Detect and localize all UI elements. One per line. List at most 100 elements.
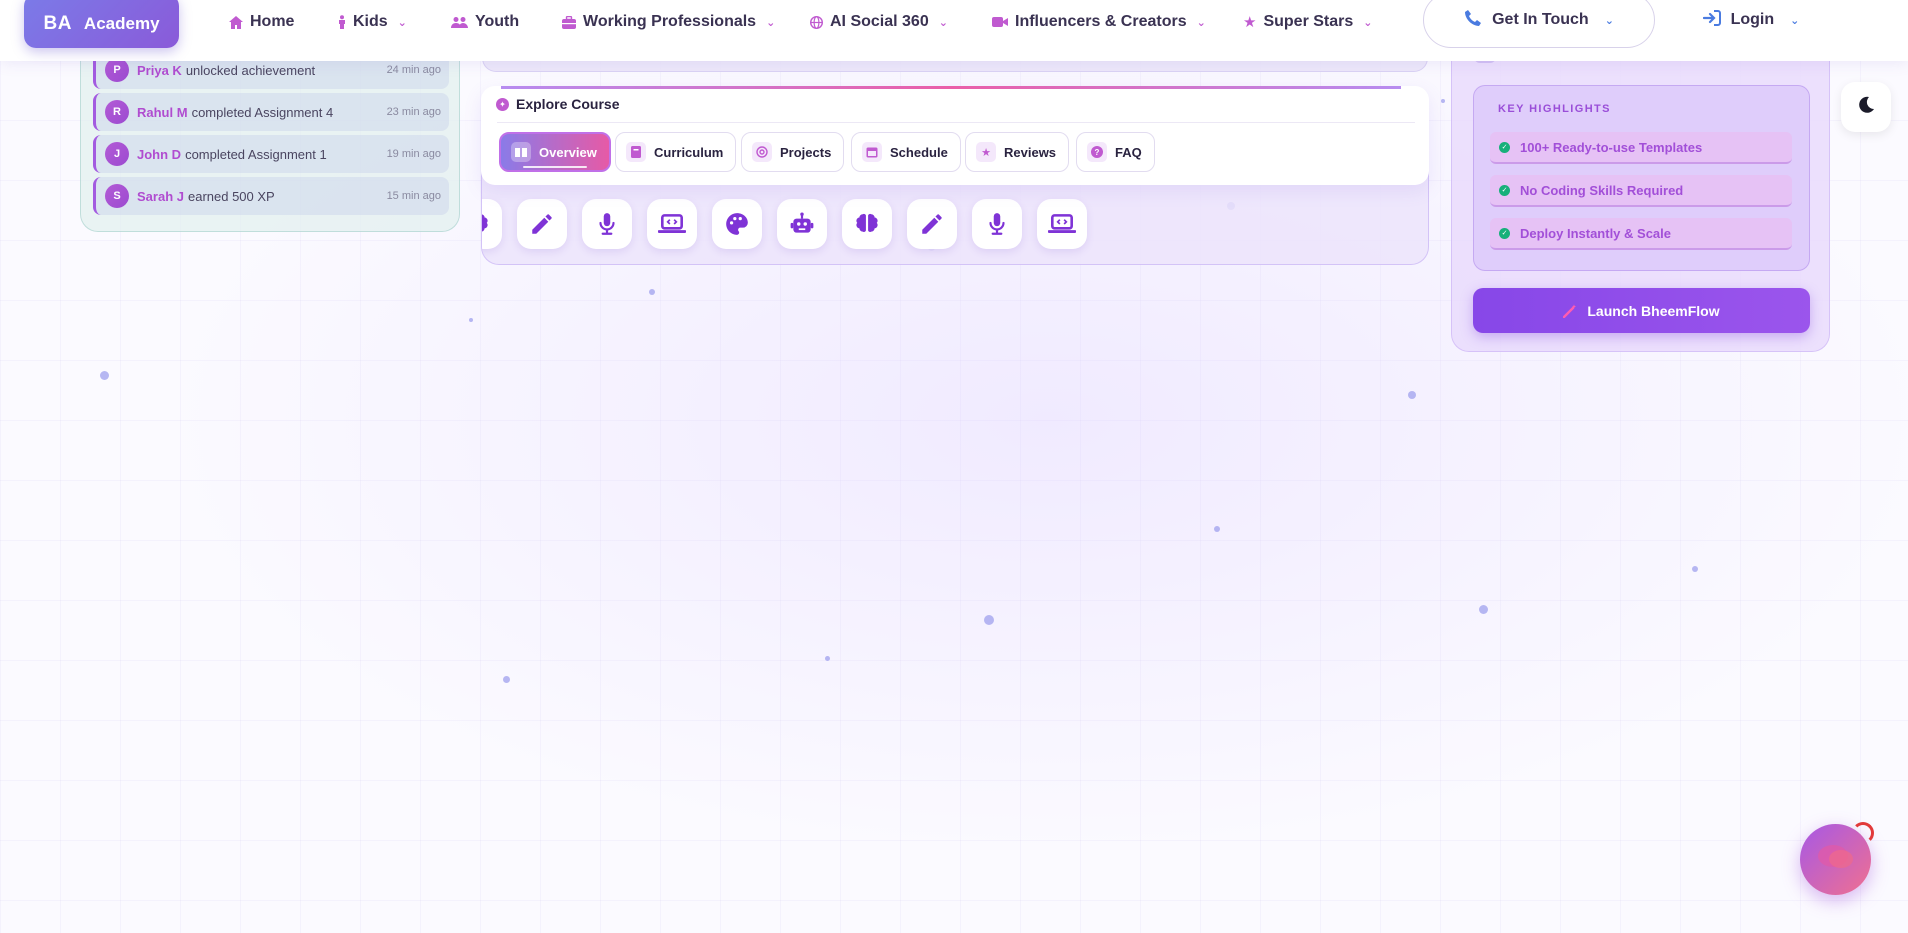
section-title: ✦ Explore Course: [496, 96, 619, 112]
compass-icon: ✦: [496, 97, 509, 111]
highlight-item: ✓ No Coding Skills Required: [1490, 175, 1792, 207]
pencil-icon[interactable]: [517, 199, 567, 249]
star-icon: ★: [976, 142, 996, 162]
book-icon: [626, 142, 646, 162]
nav-label: Super Stars: [1263, 13, 1354, 30]
nav-youth[interactable]: Youth: [451, 0, 519, 44]
particle: [1408, 391, 1416, 399]
target-icon: [752, 142, 772, 162]
highlight-text: No Coding Skills Required: [1520, 182, 1684, 198]
launch-label: Launch BheemFlow: [1587, 302, 1720, 319]
pencil-icon[interactable]: [907, 199, 957, 249]
activity-action: completed Assignment 1: [185, 146, 327, 162]
activity-time: 15 min ago: [386, 190, 441, 202]
get-in-touch-button[interactable]: Get In Touch ⌄: [1423, 0, 1655, 48]
chevron-down-icon: ⌄: [397, 16, 407, 29]
tab-reviews[interactable]: ★ Reviews: [965, 132, 1070, 172]
calendar-icon: [862, 142, 882, 162]
check-circle-icon: ✓: [1499, 184, 1510, 196]
tab-label: Curriculum: [654, 144, 724, 160]
nav-influencers-creators[interactable]: Influencers & Creators ⌄: [992, 0, 1206, 44]
highlight-text: 100+ Ready-to-use Templates: [1520, 139, 1703, 155]
particle: [825, 656, 830, 661]
activity-action: earned 500 XP: [187, 188, 275, 204]
activity-user-name[interactable]: Sarah J: [137, 189, 184, 204]
chat-icon: [1816, 842, 1856, 877]
particle: [1692, 566, 1698, 572]
tab-label: FAQ: [1115, 144, 1142, 160]
chevron-down-icon: ⌄: [1363, 16, 1373, 29]
explore-course-panel: ✦ Explore Course Overview Curriculum Pro…: [481, 86, 1429, 185]
activity-time: 23 min ago: [386, 106, 441, 118]
tab-label: Reviews: [1004, 144, 1057, 160]
chevron-down-icon: ⌄: [1790, 14, 1800, 27]
avatar: S: [105, 184, 129, 208]
login-label: Login: [1730, 11, 1775, 28]
child-icon: [338, 15, 346, 29]
particle: [100, 371, 109, 380]
laptop-code-icon[interactable]: [647, 199, 697, 249]
nav-label: Influencers & Creators: [1015, 13, 1187, 30]
particle: [1441, 99, 1445, 103]
nav-super-stars[interactable]: ★ Super Stars ⌄: [1243, 0, 1372, 44]
course-title-text: Explore Course: [516, 96, 620, 112]
activity-user-name[interactable]: Priya K: [137, 63, 182, 78]
chevron-down-icon: ⌄: [1604, 14, 1614, 27]
video-icon: [992, 16, 1008, 28]
avatar: R: [105, 100, 129, 124]
avatar: J: [105, 142, 129, 166]
get-in-touch-label: Get In Touch: [1492, 11, 1589, 28]
key-highlights-box: KEY HIGHLIGHTS ✓ 100+ Ready-to-use Templ…: [1473, 85, 1810, 271]
moon-icon: [1857, 96, 1875, 119]
check-circle-icon: ✓: [1499, 227, 1510, 239]
notification-badge: [1852, 822, 1874, 844]
dark-mode-toggle[interactable]: [1841, 82, 1891, 132]
highlights-title: KEY HIGHLIGHTS: [1498, 103, 1611, 115]
logo-text: Academy: [83, 14, 160, 33]
product-card: KEY HIGHLIGHTS ✓ 100+ Ready-to-use Templ…: [1451, 36, 1830, 352]
question-icon: ?: [1087, 142, 1107, 162]
divider: [497, 122, 1415, 123]
brand-logo[interactable]: BA Academy: [24, 0, 179, 48]
microphone-icon[interactable]: [972, 199, 1022, 249]
home-icon: [229, 15, 243, 29]
avatar: P: [105, 58, 129, 82]
phone-icon: [1464, 9, 1482, 32]
tab-curriculum[interactable]: Curriculum: [615, 132, 737, 172]
brain-icon[interactable]: [482, 199, 502, 249]
nav-label: Youth: [475, 13, 520, 30]
particle: [503, 676, 510, 683]
chat-widget-button[interactable]: [1800, 822, 1874, 895]
activity-user-name[interactable]: John D: [137, 147, 181, 162]
tab-faq[interactable]: ? FAQ: [1076, 132, 1155, 172]
activity-item: S Sarah J earned 500 XP 15 min ago: [93, 177, 449, 215]
sign-in-icon: [1702, 9, 1721, 31]
palette-icon[interactable]: [712, 199, 762, 249]
launch-bheemflow-button[interactable]: Launch BheemFlow: [1473, 288, 1810, 333]
users-icon: [451, 16, 468, 29]
globe-icon: [810, 15, 823, 29]
nav-label: Home: [250, 13, 295, 30]
tab-schedule[interactable]: Schedule: [851, 132, 961, 172]
nav-working-professionals[interactable]: Working Professionals ⌄: [562, 0, 775, 44]
nav-kids[interactable]: Kids ⌄: [338, 0, 407, 44]
tab-projects[interactable]: Projects: [741, 132, 845, 172]
tab-label: Schedule: [890, 144, 948, 160]
activity-time: 24 min ago: [386, 64, 441, 76]
brain-icon[interactable]: [842, 199, 892, 249]
laptop-code-icon[interactable]: [1037, 199, 1087, 249]
microphone-icon[interactable]: [582, 199, 632, 249]
activity-action: unlocked achievement: [185, 62, 316, 78]
nav-ai-social-360[interactable]: AI Social 360 ⌄: [810, 0, 948, 44]
logo-initials: BA: [43, 13, 72, 34]
login-button[interactable]: Login ⌄: [1672, 0, 1830, 48]
nav-home[interactable]: Home: [229, 0, 294, 44]
particle: [984, 615, 994, 625]
book-open-icon: [511, 142, 531, 162]
particle: [649, 289, 655, 295]
nav-label: AI Social 360: [830, 13, 929, 30]
activity-user-name[interactable]: Rahul M: [137, 105, 188, 120]
tab-overview[interactable]: Overview: [499, 132, 611, 172]
robot-icon[interactable]: [777, 199, 827, 249]
highlight-item: ✓ Deploy Instantly & Scale: [1490, 218, 1792, 250]
